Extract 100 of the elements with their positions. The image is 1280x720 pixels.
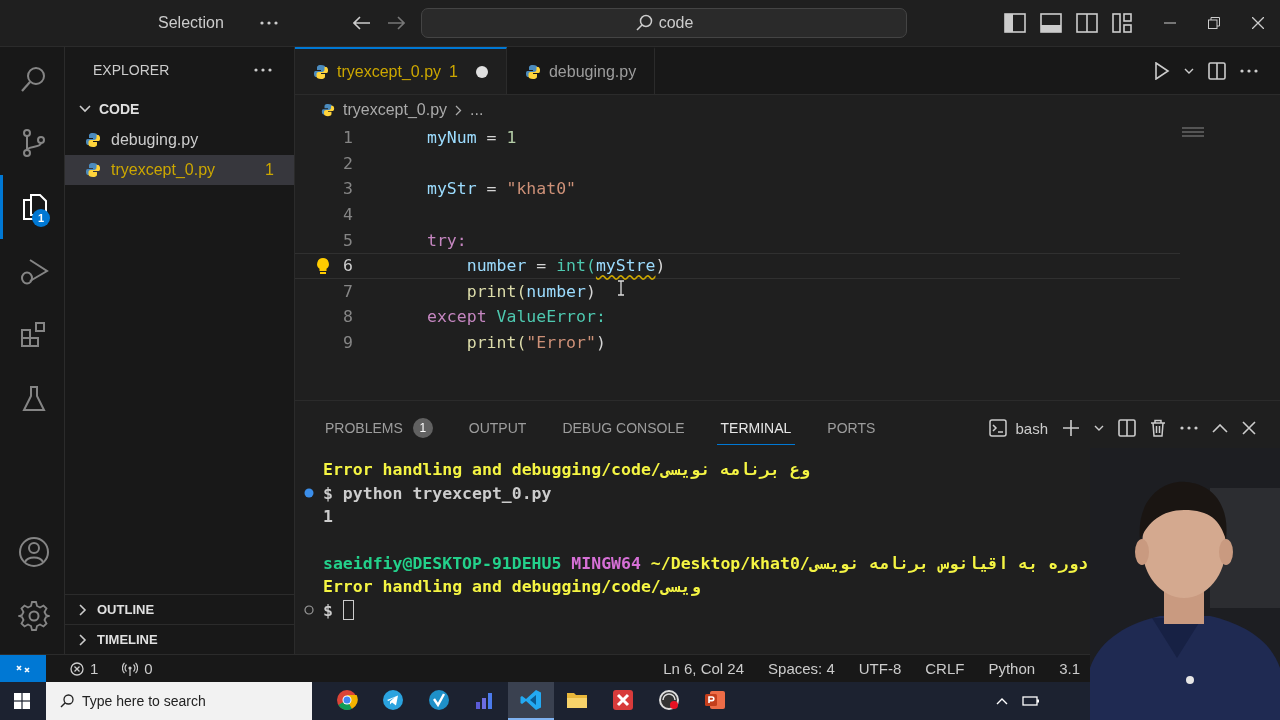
panel-tab[interactable]: OUTPUT: [464, 411, 531, 445]
section-label: OUTLINE: [97, 602, 155, 617]
line-number: 1: [342, 128, 353, 148]
activity-badge: 1: [32, 209, 50, 227]
windows-start-icon[interactable]: [14, 693, 30, 709]
sidebar-toggle-icon[interactable]: [1004, 13, 1026, 33]
text-cursor-icon: [617, 280, 625, 296]
python-file-icon: [313, 63, 329, 80]
more-icon[interactable]: [1180, 426, 1198, 430]
chevron-down-icon: [79, 105, 91, 113]
breadcrumb-item[interactable]: tryexcept_0.py: [343, 101, 448, 119]
command-success-icon[interactable]: [304, 488, 314, 499]
more-icon[interactable]: [259, 21, 278, 25]
trash-icon[interactable]: [1150, 419, 1166, 437]
python-file-icon: [524, 63, 541, 80]
line-number: 9: [342, 333, 353, 353]
vscode-taskbar-icon[interactable]: [508, 682, 554, 720]
split-terminal-icon[interactable]: [1118, 419, 1136, 437]
line-number: 2: [342, 153, 353, 173]
split-editor-icon[interactable]: [1208, 61, 1226, 80]
chevron-icon: [455, 104, 463, 116]
folder-label: CODE: [99, 101, 140, 117]
chevron-right-icon: [79, 633, 87, 646]
breadcrumb-item[interactable]: ...: [470, 101, 484, 119]
plus-icon[interactable]: [1062, 419, 1080, 437]
python-file-icon: [321, 103, 335, 117]
menu-item[interactable]: Selection: [158, 14, 224, 32]
terminal-profile-button[interactable]: bash: [989, 419, 1048, 437]
more-icon[interactable]: [254, 68, 272, 72]
profile-label: bash: [1015, 419, 1048, 437]
tab-label: tryexcept_0.py: [337, 62, 442, 81]
panel-tab[interactable]: DEBUG CONSOLE: [558, 411, 689, 445]
search-icon: [60, 694, 74, 708]
tray-caret-icon[interactable]: [996, 697, 1008, 705]
error-icon: [70, 661, 84, 676]
restore-icon[interactable]: [1208, 17, 1220, 29]
ports-status[interactable]: 0: [122, 660, 153, 677]
layout-icon[interactable]: [1112, 13, 1132, 33]
file-item[interactable]: debuging.py: [65, 125, 294, 155]
account-icon: [17, 536, 50, 568]
panel-tab[interactable]: PORTS: [823, 411, 880, 445]
problem-count: 1: [265, 161, 274, 179]
terminal-line: $ python tryexcept_0.py: [323, 483, 552, 503]
code-line: myNum = 1: [427, 128, 517, 148]
code-line: print("Error"): [465, 333, 606, 353]
sidebar-section[interactable]: OUTLINE: [65, 594, 294, 624]
terminal-icon: [989, 419, 1008, 437]
status-item[interactable]: Ln 6, Col 24: [663, 660, 745, 677]
unsaved-dot: [475, 65, 488, 78]
close-icon[interactable]: [1242, 421, 1256, 435]
status-item[interactable]: Spaces: 4: [768, 660, 835, 677]
line-number: 8: [342, 307, 353, 327]
run-icon[interactable]: [1154, 61, 1170, 80]
line-number: 7: [342, 281, 353, 301]
terminal-line: 1: [323, 506, 333, 526]
editor-tab[interactable]: tryexcept_0.py 1: [295, 47, 507, 94]
panel-toggle-icon[interactable]: [1040, 13, 1062, 33]
back-arrow-icon[interactable]: [353, 16, 371, 30]
line-number: 6: [342, 256, 353, 276]
search-icon: [634, 14, 653, 32]
panel-tab[interactable]: PROBLEMS 1: [321, 411, 437, 445]
more-icon[interactable]: [1240, 68, 1258, 73]
python-file-icon: [85, 162, 101, 178]
dropdown-caret-icon[interactable]: [1184, 67, 1194, 74]
command-idle-icon[interactable]: [304, 605, 314, 616]
broadcast-icon: [122, 661, 139, 676]
tab-label: debuging.py: [548, 62, 637, 81]
line-number: 5: [342, 230, 353, 250]
status-item[interactable]: CRLF: [925, 660, 965, 677]
code-line: myStr = "khat0": [427, 179, 577, 199]
lightbulb-icon[interactable]: [316, 256, 330, 275]
file-name: tryexcept_0.py: [111, 161, 216, 179]
status-count: 1: [90, 660, 99, 677]
sidebar-title: EXPLORER: [93, 62, 170, 78]
status-item[interactable]: 3.1: [1059, 660, 1080, 677]
taskbar-search-field[interactable]: Type here to search: [46, 682, 312, 720]
line-number: 3: [342, 179, 353, 199]
command-center[interactable]: code: [421, 8, 907, 38]
forward-arrow-icon[interactable]: [387, 16, 405, 30]
file-name: debuging.py: [111, 131, 199, 149]
close-icon[interactable]: [1252, 17, 1264, 29]
errors-status[interactable]: 1: [70, 660, 99, 677]
maximize-panel-icon[interactable]: [1212, 423, 1228, 433]
editor-tab[interactable]: debuging.py: [506, 47, 656, 94]
folder-header[interactable]: CODE: [65, 93, 294, 125]
python-file-icon: [85, 132, 101, 148]
problem-count: 1: [449, 62, 458, 81]
count-badge: 1: [412, 417, 433, 438]
terminal-line: وع برنامه نویسی/Error handling and debugging/code: [323, 460, 810, 480]
chevron-right-icon: [79, 603, 87, 616]
panel-tab[interactable]: TERMINAL: [716, 411, 796, 445]
line-number: 4: [342, 205, 353, 225]
code-line: print(number): [465, 281, 596, 301]
split-layout-icon[interactable]: [1076, 13, 1098, 33]
status-item[interactable]: UTF-8: [858, 660, 902, 677]
dropdown-caret-icon[interactable]: [1094, 425, 1104, 431]
file-item[interactable]: tryexcept_0.py 1: [65, 155, 294, 185]
battery-icon[interactable]: [1022, 695, 1040, 707]
settings-icon: [17, 600, 50, 632]
status-item[interactable]: Python: [988, 660, 1036, 677]
